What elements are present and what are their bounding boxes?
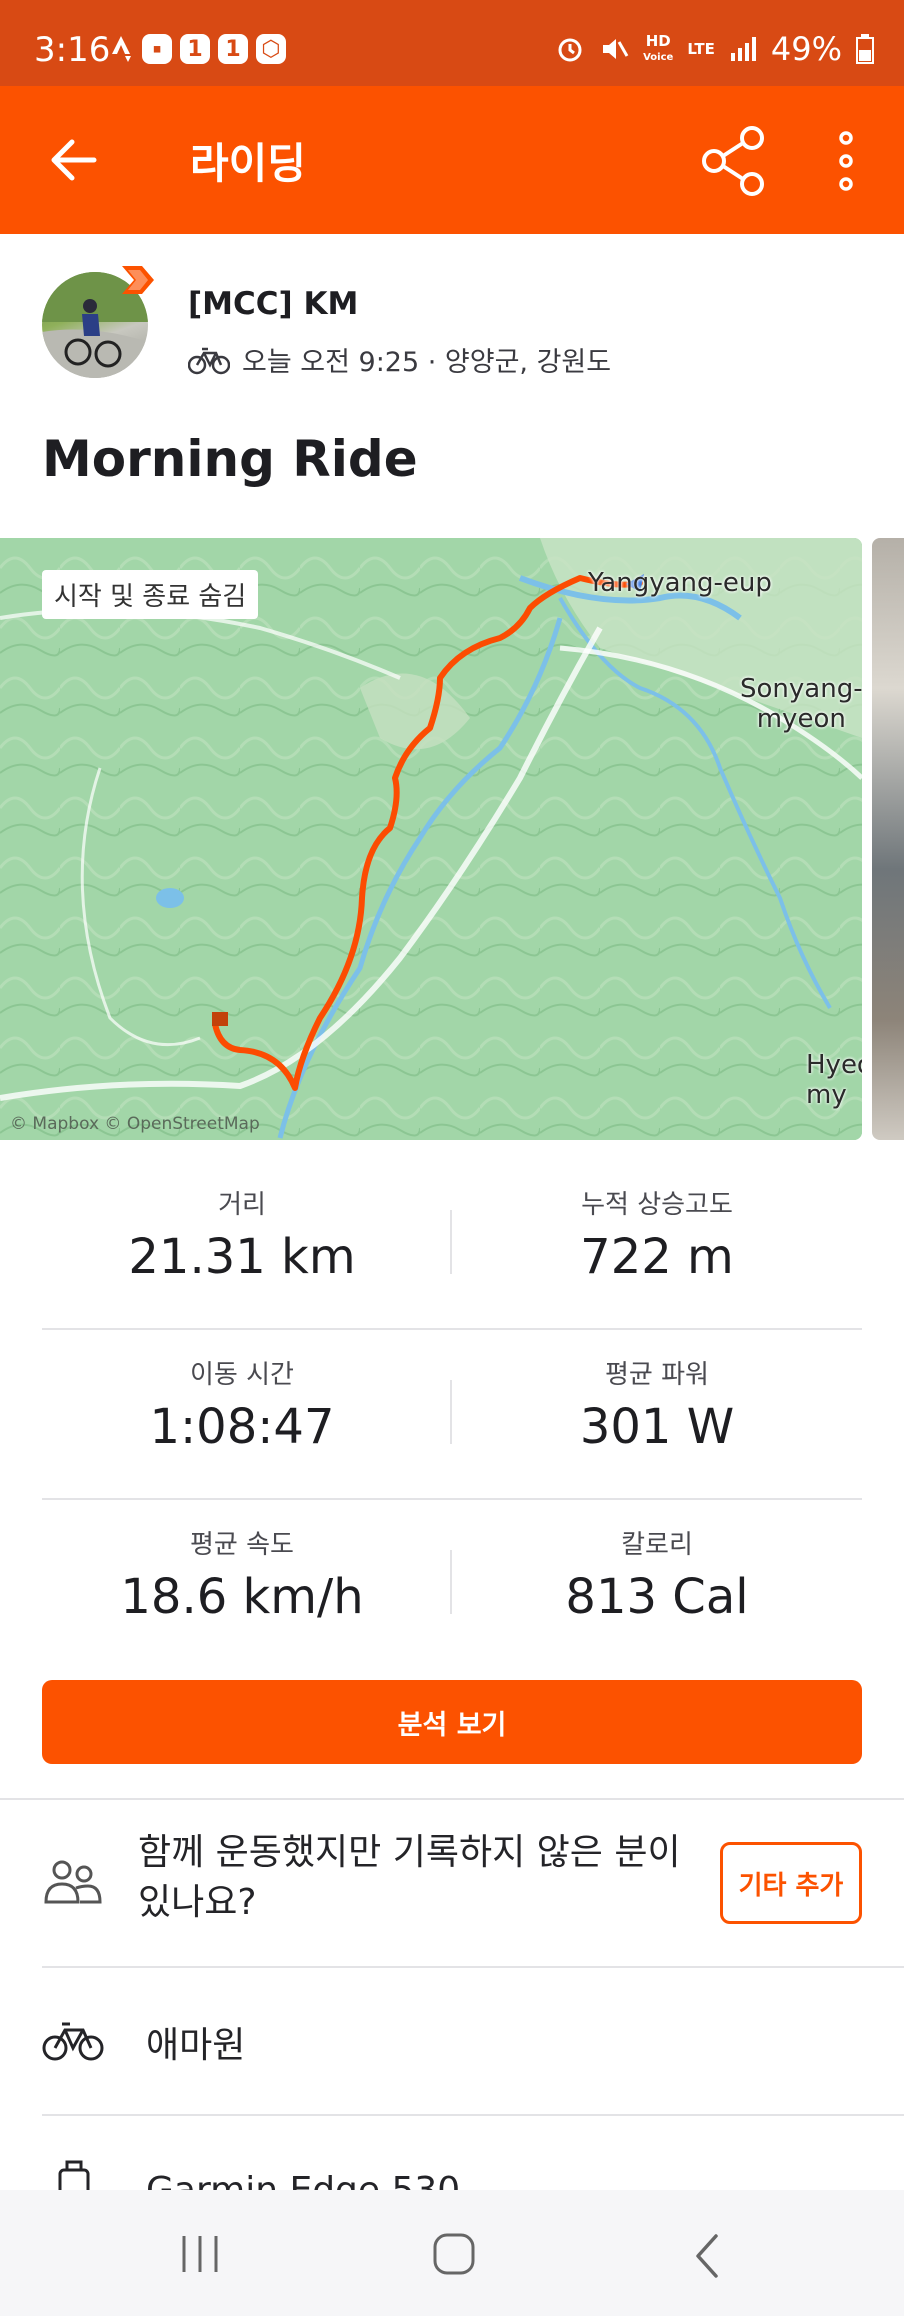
- status-time: 3:16: [34, 30, 111, 70]
- stat-label: 평균 속도: [190, 1530, 294, 1560]
- hide-start-end-toggle[interactable]: 시작 및 종료 숨김: [42, 570, 259, 619]
- nav-back-icon[interactable]: [690, 2232, 724, 2280]
- lte-indicator: LTE: [687, 40, 715, 58]
- stat-value: 301 W: [579, 1399, 735, 1455]
- activity-datetime-location: 오늘 오전 9:25 · 양양군, 강원도: [242, 347, 612, 378]
- stat-label: 칼로리: [621, 1530, 693, 1560]
- group-prompt-text: 함께 운동했지만 기록하지 않은 분이 있나요?: [138, 1832, 681, 1923]
- add-others-button[interactable]: 기타 추가: [720, 1842, 862, 1924]
- bike-icon: [42, 2022, 104, 2061]
- view-analysis-button[interactable]: 분석 보기: [42, 1680, 862, 1764]
- shop-icon: ◼: [142, 34, 172, 64]
- place-label: Yangyang-eup: [588, 568, 772, 598]
- section-divider: [0, 1798, 904, 1800]
- badge-one-icon: 1: [218, 34, 248, 64]
- map-attribution[interactable]: © Mapbox © OpenStreetMap: [10, 1114, 260, 1134]
- box-icon: ⬡: [256, 34, 286, 64]
- place-label: Hyeo my: [806, 1050, 862, 1110]
- stat-label: 이동 시간: [190, 1360, 294, 1390]
- more-options-icon[interactable]: [826, 128, 866, 194]
- activity-photo-thumbnail[interactable]: [872, 538, 904, 1140]
- battery-icon: [856, 34, 874, 64]
- badge-one-icon: 1: [180, 34, 210, 64]
- route-end-marker: [212, 1012, 228, 1026]
- route-map[interactable]: 시작 및 종료 숨김 Yangyang-eup Sonyang- myeon H…: [0, 538, 862, 1140]
- stat-label: 평균 파워: [605, 1360, 709, 1390]
- system-icons: HD Voice LTE 49%: [555, 30, 874, 68]
- alarm-icon: [558, 38, 582, 62]
- mute-icon: [603, 39, 629, 59]
- subscriber-badge-icon: [122, 266, 154, 294]
- status-bar: 3:16 ◼ 1 1 ⬡ HD Voice LTE 49%: [0, 0, 904, 86]
- map-terrain: [0, 538, 862, 1140]
- stat-label: 누적 상승고도: [581, 1190, 733, 1220]
- page-title: 라이딩: [190, 139, 306, 188]
- activity-meta: 오늘 오전 9:25 · 양양군, 강원도: [188, 340, 611, 379]
- notification-icons: ◼ 1 1 ⬡: [112, 34, 286, 64]
- hd-voice-indicator: HD Voice: [643, 31, 674, 63]
- strava-icon: [112, 36, 131, 62]
- stat-moving-time: 이동 시간 1:08:47: [42, 1354, 442, 1455]
- stat-row: 평균 속도 18.6 km/h 칼로리 813 Cal: [42, 1500, 862, 1670]
- stat-average-speed: 평균 속도 18.6 km/h: [42, 1524, 442, 1625]
- stat-value: 1:08:47: [149, 1399, 335, 1455]
- stat-average-power: 평균 파워 301 W: [452, 1354, 862, 1455]
- system-navigation-bar: [0, 2190, 904, 2316]
- home-icon[interactable]: [432, 2232, 476, 2276]
- recent-apps-icon[interactable]: [176, 2232, 224, 2276]
- section-divider: [42, 1966, 904, 1968]
- athlete-name[interactable]: [MCC] KM: [188, 286, 358, 322]
- stat-value: 722 m: [580, 1229, 734, 1285]
- bike-icon: [188, 347, 230, 374]
- bike-name[interactable]: 애마원: [146, 2016, 245, 2068]
- stat-label: 거리: [218, 1190, 266, 1220]
- stat-elevation-gain: 누적 상승고도 722 m: [452, 1184, 862, 1285]
- stat-value: 21.31 km: [128, 1229, 356, 1285]
- signal-icon: [730, 37, 756, 61]
- place-label: Sonyang- myeon: [740, 674, 862, 734]
- battery-percent: 49%: [770, 30, 842, 68]
- back-arrow-icon[interactable]: [44, 132, 104, 188]
- stat-row: 거리 21.31 km 누적 상승고도 722 m: [42, 1160, 862, 1330]
- app-bar: 라이딩: [0, 86, 904, 234]
- stat-value: 18.6 km/h: [120, 1569, 364, 1625]
- share-icon[interactable]: [700, 124, 768, 198]
- stat-calories: 칼로리 813 Cal: [452, 1524, 862, 1625]
- people-icon: [44, 1860, 102, 1904]
- stat-distance: 거리 21.31 km: [42, 1184, 442, 1285]
- section-divider: [42, 2114, 904, 2116]
- stat-value: 813 Cal: [565, 1569, 749, 1625]
- activity-title: Morning Ride: [42, 430, 418, 488]
- activity-stats: 거리 21.31 km 누적 상승고도 722 m 이동 시간 1:08:47 …: [42, 1160, 862, 1670]
- stat-row: 이동 시간 1:08:47 평균 파워 301 W: [42, 1330, 862, 1500]
